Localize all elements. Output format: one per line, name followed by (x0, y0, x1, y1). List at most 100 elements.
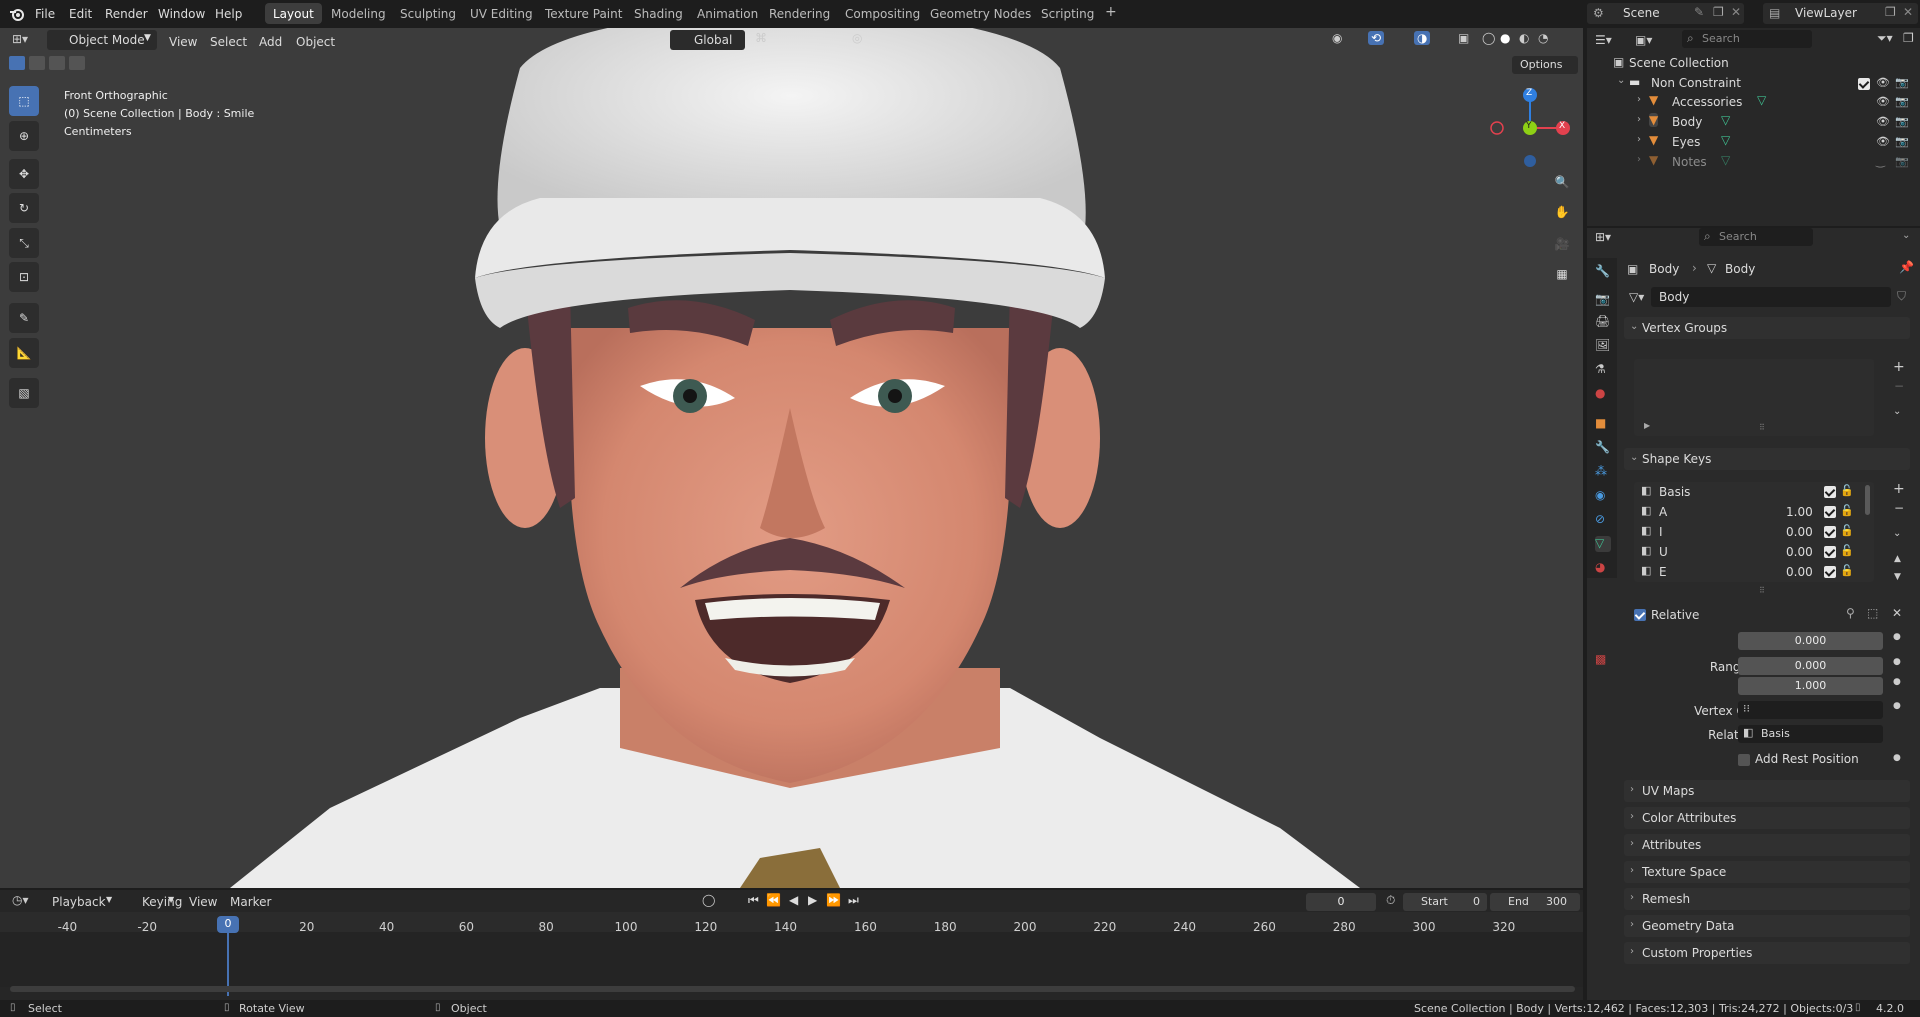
next-keyframe-icon[interactable]: ⏩ (826, 893, 841, 907)
xray-icon[interactable]: ▣ (1458, 31, 1469, 45)
shape-key-row[interactable]: ◧ U 0.00 🔓 (1634, 542, 1856, 562)
keyframe-dot-icon[interactable]: ● (1893, 632, 1901, 642)
rendered-shading-icon[interactable]: ◔ (1538, 31, 1548, 45)
select-subtract-icon[interactable] (49, 56, 65, 70)
particles-tab-icon[interactable]: ⁂ (1595, 464, 1611, 480)
editor-type-icon[interactable]: ⊞▾ (1595, 230, 1611, 244)
shape-key-mute-checkbox[interactable] (1824, 546, 1836, 558)
end-frame-field[interactable]: End 300 (1490, 893, 1580, 911)
tab-texture-paint[interactable]: Texture Paint (537, 3, 630, 24)
shape-key-mute-checkbox[interactable] (1824, 506, 1836, 518)
view-layer-tab-icon[interactable]: 🖼 (1595, 338, 1611, 354)
chevron-down-icon[interactable]: ⌄ (1902, 230, 1910, 241)
keyframe-dot-icon[interactable]: ● (1893, 701, 1901, 711)
attributes-header[interactable]: › Attributes (1624, 834, 1910, 856)
tab-animation[interactable]: Animation (689, 3, 766, 24)
tab-sculpting[interactable]: Sculpting (392, 3, 464, 24)
mesh-data-icon[interactable]: ▽▾ (1629, 290, 1644, 304)
scene-selector[interactable]: ⚙ Scene ✎ ❐ ✕ (1587, 3, 1744, 24)
record-icon[interactable]: ◯ (702, 893, 715, 907)
world-tab-icon[interactable]: ● (1595, 386, 1611, 402)
menu-add[interactable]: Add (259, 32, 282, 52)
move-up-icon[interactable]: ▲ (1894, 554, 1901, 564)
navigation-gizmo[interactable]: Z Y X (1490, 88, 1570, 168)
mesh-name-field[interactable]: Body (1651, 287, 1891, 307)
solid-shading-icon[interactable]: ● (1500, 31, 1510, 45)
relative-to-field[interactable]: ◧ Basis (1738, 725, 1883, 743)
edit-mode-icon[interactable]: ⬚ (1867, 606, 1878, 620)
add-shape-key-button[interactable]: + (1893, 481, 1905, 497)
pin-icon[interactable]: ⚲ (1846, 606, 1855, 620)
proportional-edit-icon[interactable]: ◎ (852, 31, 862, 45)
chevron-right-icon[interactable]: › (1637, 154, 1641, 165)
tab-uv-editing[interactable]: UV Editing (462, 3, 541, 24)
menu-marker[interactable]: Marker (230, 895, 271, 909)
uv-maps-header[interactable]: › UV Maps (1624, 780, 1910, 802)
modifier-tab-icon[interactable]: 🔧 (1595, 440, 1611, 456)
cursor-tool[interactable]: ⊕ (9, 121, 39, 151)
lock-icon[interactable]: 🔓 (1840, 484, 1854, 497)
tab-compositing[interactable]: Compositing (837, 3, 928, 24)
collection-non-constraint[interactable]: Non Constraint (1651, 76, 1741, 90)
menu-keying[interactable]: Keying (142, 895, 182, 909)
chevron-right-icon[interactable]: › (1637, 94, 1641, 105)
properties-search-input[interactable]: ⌕ Search (1699, 228, 1813, 246)
lock-icon[interactable]: 🔓 (1840, 504, 1854, 517)
filter-icon[interactable]: ⏷▾ (1877, 31, 1893, 46)
annotate-tool[interactable]: ✎ (9, 303, 39, 333)
blender-logo-icon[interactable] (9, 6, 25, 22)
outliner-item-body[interactable]: › ▼ Body ▽ 👁 📷 (1587, 112, 1920, 132)
select-new-icon[interactable] (9, 56, 25, 70)
vertex-groups-header[interactable]: ⌄ Vertex Groups (1624, 317, 1910, 339)
menu-edit[interactable]: Edit (69, 7, 92, 21)
overlay-toggle-icon[interactable]: ◑ (1414, 31, 1431, 45)
pin-icon[interactable]: 📌 (1899, 260, 1914, 274)
clear-shape-keys-icon[interactable]: ✕ (1892, 606, 1902, 620)
menu-file[interactable]: File (35, 7, 55, 21)
shape-key-mute-checkbox[interactable] (1824, 526, 1836, 538)
pin-icon[interactable]: ✎ (1694, 5, 1704, 19)
vertex-group-field[interactable]: ⁝⁝ (1738, 701, 1883, 719)
menu-window[interactable]: Window (158, 7, 205, 21)
move-tool[interactable]: ✥ (9, 159, 39, 189)
jump-end-icon[interactable]: ⏭ (848, 893, 859, 908)
snap-icon[interactable]: ⌘ (755, 31, 767, 45)
specials-menu-icon[interactable]: ⌄ (1893, 528, 1901, 539)
eye-closed-icon[interactable]: ‿ (1876, 155, 1885, 168)
lock-icon[interactable]: 🔓 (1840, 544, 1854, 557)
close-icon[interactable]: ✕ (1731, 5, 1741, 19)
grid-perspective-icon[interactable]: ▦ (1550, 262, 1574, 286)
new-view-layer-icon[interactable]: ❐ (1885, 5, 1896, 19)
display-mode-icon[interactable]: ▣▾ (1635, 33, 1652, 47)
zoom-icon[interactable]: 🔍 (1550, 170, 1574, 194)
object-tab-icon[interactable]: ■ (1595, 416, 1611, 432)
resize-handle-icon[interactable]: ⠿ (1759, 586, 1765, 595)
shape-key-row[interactable]: ◧ A 1.00 🔓 (1634, 502, 1856, 522)
expand-list-icon[interactable]: ▶ (1644, 421, 1650, 430)
jump-start-icon[interactable]: ⏮ (748, 893, 759, 908)
new-scene-icon[interactable]: ❐ (1713, 5, 1724, 19)
lock-icon[interactable]: 🔓 (1840, 564, 1854, 577)
outliner-search-input[interactable]: ⌕ Search (1682, 30, 1812, 48)
menu-select[interactable]: Select (210, 32, 247, 52)
tab-layout[interactable]: Layout (265, 3, 322, 24)
select-box-tool[interactable]: ⬚ (9, 86, 39, 116)
chevron-down-icon[interactable]: ⌄ (1617, 75, 1625, 86)
output-tab-icon[interactable]: 🖨 (1595, 314, 1611, 330)
eye-icon[interactable]: 👁 (1876, 95, 1890, 108)
current-frame-field[interactable]: 0 (1306, 893, 1376, 911)
outliner-item-eyes[interactable]: › ▼ Eyes ▽ 👁 📷 (1587, 132, 1920, 152)
outliner-item-notes[interactable]: › ▼ Notes ▽ ‿ 📷 (1587, 152, 1920, 172)
menu-view[interactable]: View (189, 895, 217, 909)
shape-keys-list[interactable]: ◧ Basis 🔓 ◧ A 1.00 🔓 ◧ I 0.00 🔓 ◧ U 0.00… (1634, 482, 1874, 582)
playhead-marker[interactable]: 0 (217, 916, 239, 933)
outliner-item-accessories[interactable]: › ▼ Accessories ▽ 👁 📷 (1587, 92, 1920, 112)
shape-key-row[interactable]: ◧ I 0.00 🔓 (1634, 522, 1856, 542)
chevron-right-icon[interactable]: › (1637, 114, 1641, 125)
material-shading-icon[interactable]: ◐ (1519, 31, 1529, 45)
specials-menu-icon[interactable]: ⌄ (1893, 406, 1901, 417)
eye-icon[interactable]: 👁 (1876, 115, 1890, 128)
data-tab-icon[interactable]: ▽ (1595, 536, 1611, 552)
fake-user-shield-icon[interactable]: ⛉ (1897, 289, 1906, 304)
range-min-field[interactable]: 0.000 (1738, 657, 1883, 675)
